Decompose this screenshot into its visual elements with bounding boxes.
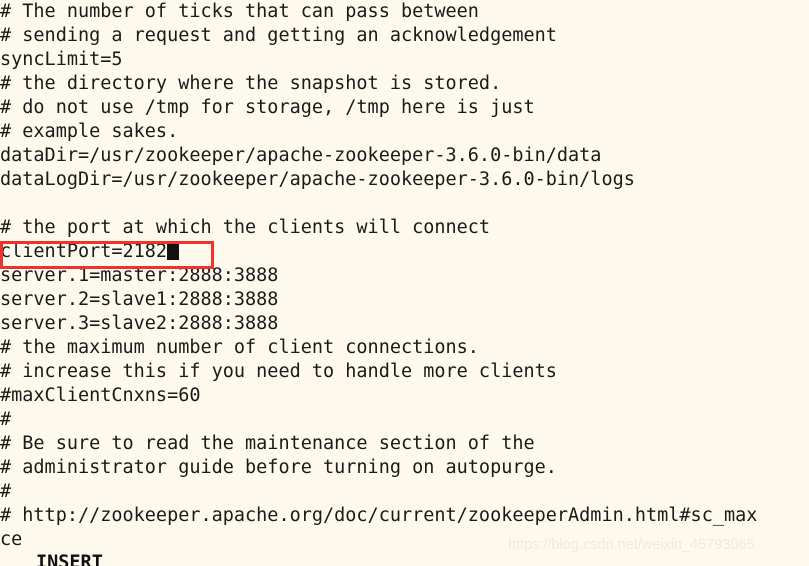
code-line: # example sakes. — [0, 121, 179, 142]
code-line-wrap: ce — [0, 529, 23, 550]
code-line: #maxClientCnxns=60 — [0, 385, 201, 406]
code-line: dataDir=/usr/zookeeper/apache-zookeeper-… — [0, 145, 602, 166]
code-line: # — [0, 409, 12, 430]
code-line: dataLogDir=/usr/zookeeper/apache-zookeep… — [0, 169, 635, 190]
code-line: # the maximum number of client connectio… — [0, 337, 479, 358]
code-line: syncLimit=5 — [0, 49, 123, 70]
text-cursor — [167, 241, 179, 260]
code-line: # Be sure to read the maintenance sectio… — [0, 433, 535, 454]
watermark-text: https://blog.csdn.net/weixin_45793065 — [508, 537, 755, 553]
code-line: server.3=slave2:2888:3888 — [0, 313, 279, 334]
code-line: # — [0, 481, 12, 502]
code-line: # The number of ticks that can pass betw… — [0, 1, 479, 22]
vim-editor-pane[interactable]: # The number of ticks that can pass betw… — [0, 0, 809, 566]
code-line: server.2=slave1:2888:3888 — [0, 289, 279, 310]
code-line: # do not use /tmp for storage, /tmp here… — [0, 97, 535, 118]
code-line: # the directory where the snapshot is st… — [0, 73, 502, 94]
code-line: # sending a request and getting an ackno… — [0, 25, 557, 46]
code-line: # administrator guide before turning on … — [0, 457, 557, 478]
code-line-client-port: clientPort=2182 — [0, 240, 179, 264]
code-line: server.1=master:2888:3888 — [0, 265, 279, 286]
client-port-text: clientPort=2182 — [0, 241, 168, 262]
code-line: # increase this if you need to handle mo… — [0, 361, 557, 382]
code-line: # the port at which the clients will con… — [0, 217, 491, 238]
vim-status-mode: INSERT — [36, 552, 103, 566]
code-line-url: # http://zookeeper.apache.org/doc/curren… — [0, 505, 758, 526]
